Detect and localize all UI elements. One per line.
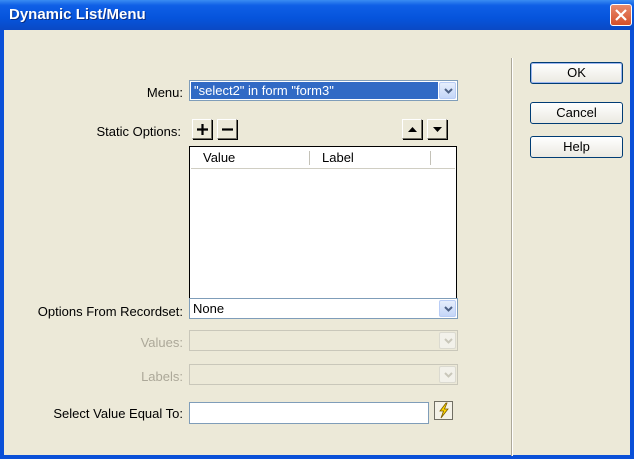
- remove-option-button[interactable]: [217, 119, 237, 139]
- column-header-label[interactable]: Label: [310, 148, 430, 167]
- window-title: Dynamic List/Menu: [9, 6, 146, 23]
- chevron-down-icon: [444, 372, 453, 378]
- menu-select-value: "select2" in form "form3": [191, 82, 438, 99]
- chevron-down-icon: [444, 306, 453, 312]
- add-option-button[interactable]: [192, 119, 212, 139]
- labels-dropdown-button[interactable]: [439, 366, 456, 383]
- select-value-input[interactable]: [189, 402, 429, 424]
- dialog-window: Dynamic List/Menu Menu: "select2" in for…: [0, 0, 634, 459]
- close-button[interactable]: [610, 4, 632, 26]
- static-options-list[interactable]: Value Label: [189, 146, 457, 318]
- column-header-value[interactable]: Value: [191, 148, 309, 167]
- move-down-button[interactable]: [427, 119, 447, 139]
- move-up-button[interactable]: [402, 119, 422, 139]
- arrow-down-icon: [433, 127, 442, 132]
- recordset-label: Options From Recordset:: [37, 304, 183, 319]
- recordset-select-value: None: [193, 301, 225, 316]
- help-button[interactable]: Help: [530, 136, 623, 158]
- values-dropdown-button[interactable]: [439, 332, 456, 349]
- title-bar[interactable]: Dynamic List/Menu: [0, 0, 634, 30]
- lightning-icon: [434, 401, 453, 420]
- menu-dropdown-button[interactable]: [439, 82, 456, 99]
- list-header: Value Label: [191, 148, 455, 169]
- labels-select[interactable]: [189, 364, 458, 385]
- static-options-label: Static Options:: [96, 124, 181, 139]
- column-separator[interactable]: [430, 151, 431, 165]
- select-value-label: Select Value Equal To:: [53, 406, 183, 421]
- close-icon: [615, 9, 627, 21]
- cancel-button[interactable]: Cancel: [530, 102, 623, 124]
- menu-label: Menu:: [146, 85, 183, 100]
- button-divider: [511, 58, 513, 456]
- dialog-body: Menu: "select2" in form "form3" Static O…: [4, 30, 630, 456]
- recordset-select[interactable]: None: [189, 298, 458, 319]
- menu-select[interactable]: "select2" in form "form3": [189, 80, 458, 101]
- recordset-dropdown-button[interactable]: [439, 300, 456, 317]
- labels-label: Labels:: [141, 369, 183, 384]
- ok-button[interactable]: OK: [530, 62, 623, 84]
- values-label: Values:: [140, 335, 183, 350]
- minus-icon: [222, 128, 233, 131]
- chevron-down-icon: [444, 88, 453, 94]
- arrow-up-icon: [408, 127, 417, 132]
- values-select[interactable]: [189, 330, 458, 351]
- plus-icon: [197, 124, 208, 135]
- dynamic-data-button[interactable]: [434, 401, 453, 420]
- chevron-down-icon: [444, 338, 453, 344]
